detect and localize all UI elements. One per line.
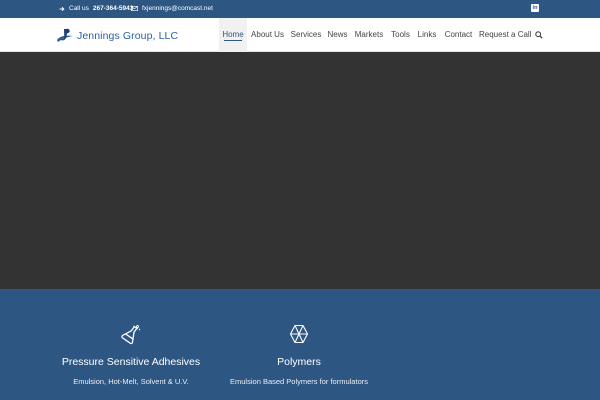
nav-home[interactable]: Home — [219, 18, 247, 52]
service-title: Pressure Sensitive Adhesives — [61, 356, 201, 368]
email-contact[interactable]: fxjennings@comcast.net — [131, 5, 213, 12]
logo-icon — [57, 28, 73, 42]
nav-request-a-call[interactable]: Request a Call — [479, 18, 531, 52]
nav-contact[interactable]: Contact — [444, 18, 473, 52]
phone-contact[interactable]: Call us 267-364-5943 — [59, 5, 133, 12]
polymer-icon — [289, 324, 309, 344]
email-address[interactable]: fxjennings@comcast.net — [142, 5, 213, 12]
nav-about-us[interactable]: About Us — [250, 18, 285, 52]
flask-icon — [121, 325, 141, 345]
arrow-right-icon — [59, 6, 65, 11]
call-label: Call us — [69, 5, 89, 12]
nav-news[interactable]: News — [327, 18, 348, 52]
services-section: Pressure Sensitive Adhesives Emulsion, H… — [0, 289, 600, 400]
search-icon[interactable] — [535, 31, 543, 39]
linkedin-icon[interactable]: in — [531, 4, 539, 12]
site-header: Jennings Group, LLC Home About Us Servic… — [0, 18, 600, 52]
top-bar: Call us 267-364-5943 fxjennings@comcast.… — [0, 0, 600, 18]
nav-links[interactable]: Links — [417, 18, 437, 52]
service-description: Emulsion Based Polymers for formulators — [230, 377, 368, 386]
service-description: Emulsion, Hot-Melt, Solvent & U.V. — [73, 377, 189, 386]
nav-markets[interactable]: Markets — [354, 18, 384, 52]
phone-number[interactable]: 267-364-5943 — [93, 5, 133, 12]
envelope-icon — [131, 6, 138, 11]
logo-text: Jennings Group, LLC — [77, 29, 179, 42]
nav-tools[interactable]: Tools — [390, 18, 411, 52]
service-title: Polymers — [277, 356, 321, 368]
hero-slider — [0, 52, 600, 289]
site-logo[interactable]: Jennings Group, LLC — [55, 27, 178, 44]
nav-services[interactable]: Services — [290, 18, 322, 52]
